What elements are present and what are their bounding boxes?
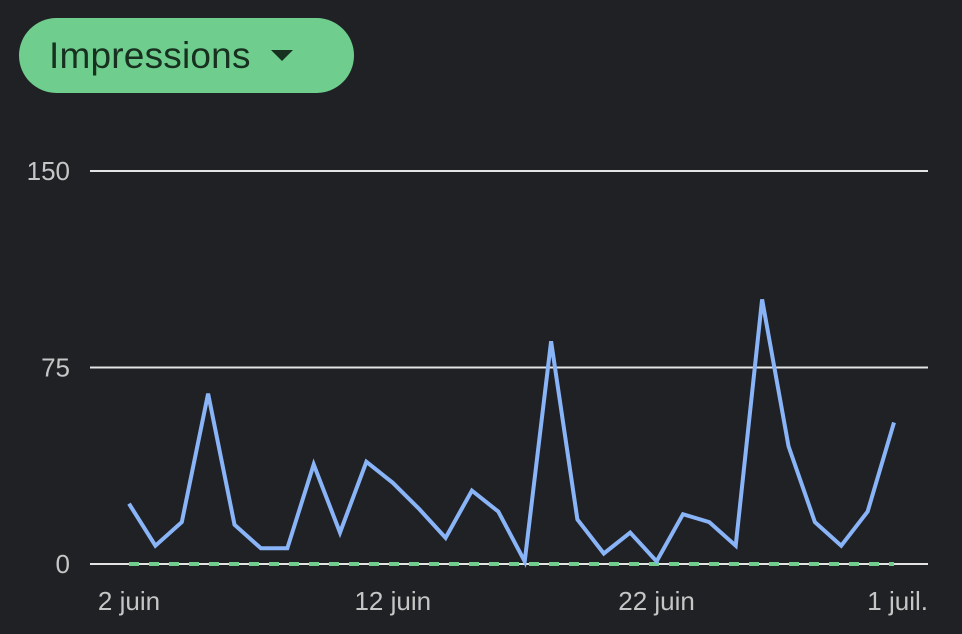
x-tick-label: 22 juin (618, 586, 695, 616)
series-layer (127, 299, 896, 568)
x-axis-ticks: 2 juin 12 juin 22 juin 1 juil. (98, 586, 928, 616)
line-chart: 0 75 150 2 juin 12 juin 22 juin 1 juil. (27, 156, 928, 616)
y-tick-label: 75 (41, 353, 70, 383)
y-tick-label: 0 (56, 549, 70, 579)
x-tick-label: 2 juin (98, 586, 160, 616)
gridlines (90, 170, 928, 565)
y-axis-ticks: 0 75 150 (27, 156, 70, 579)
impressions-chart-card: Impressions 0 75 150 2 juin 12 juin 22 juin 1… (0, 0, 962, 634)
y-tick-label: 150 (27, 156, 70, 186)
x-tick-label: 1 juil. (867, 586, 928, 616)
series-line-impressions (127, 299, 896, 568)
x-tick-label: 12 juin (354, 586, 431, 616)
